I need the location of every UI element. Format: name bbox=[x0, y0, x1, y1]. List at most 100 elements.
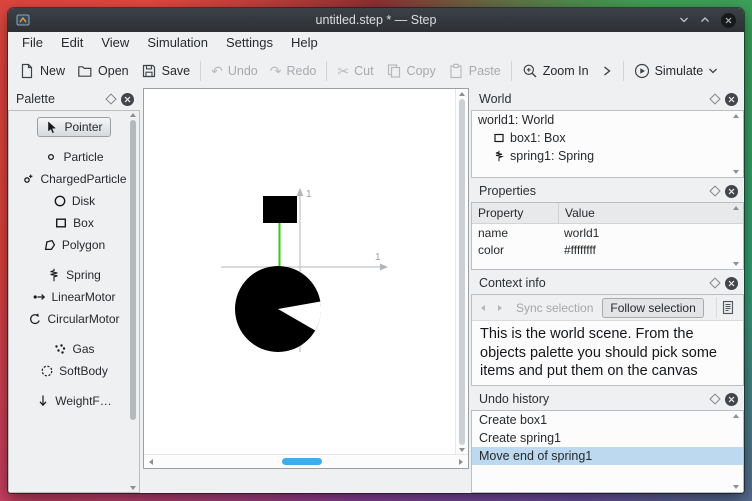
scroll-up-icon[interactable] bbox=[129, 113, 136, 117]
palette-item-polygon[interactable]: Polygon bbox=[35, 235, 113, 255]
scroll-up-icon[interactable] bbox=[732, 114, 739, 118]
scrollbar-thumb[interactable] bbox=[129, 120, 136, 420]
palette-item-chargedparticle[interactable]: ChargedParticle bbox=[13, 169, 134, 189]
undo-item-create-box1[interactable]: Create box1 bbox=[472, 411, 743, 429]
column-header-value[interactable]: Value bbox=[559, 203, 743, 223]
redo-button[interactable]: ↷ Redo bbox=[264, 61, 323, 81]
menu-edit[interactable]: Edit bbox=[52, 32, 92, 54]
back-button[interactable] bbox=[476, 304, 490, 311]
tree-item-box1[interactable]: box1: Box bbox=[472, 129, 743, 147]
canvas-horizontal-scrollbar[interactable] bbox=[144, 454, 468, 468]
canvas-vertical-scrollbar[interactable] bbox=[455, 89, 468, 455]
scrollbar-thumb[interactable] bbox=[459, 99, 465, 445]
scrollbar-thumb[interactable] bbox=[282, 458, 323, 465]
undo-history-scrollbar[interactable] bbox=[731, 414, 740, 489]
simulation-canvas[interactable]: 1 1 bbox=[143, 88, 469, 469]
save-button[interactable]: Save bbox=[135, 60, 197, 82]
scroll-up-icon[interactable] bbox=[459, 92, 465, 96]
scroll-down-icon[interactable] bbox=[732, 485, 739, 489]
menu-file[interactable]: File bbox=[13, 32, 52, 54]
context-info-text: This is the world scene. From the object… bbox=[472, 321, 743, 385]
palette-item-particle[interactable]: Particle bbox=[36, 147, 111, 167]
palette-item-pointer[interactable]: Pointer bbox=[37, 117, 111, 137]
scrollbar-track[interactable] bbox=[158, 458, 454, 465]
scroll-down-icon[interactable] bbox=[129, 486, 136, 490]
panel-close-icon[interactable] bbox=[121, 92, 134, 106]
minimize-icon[interactable] bbox=[679, 16, 689, 24]
undo-item-create-spring1[interactable]: Create spring1 bbox=[472, 429, 743, 447]
scroll-down-icon[interactable] bbox=[732, 262, 739, 266]
toolbar-separator bbox=[326, 61, 328, 81]
properties-table-header[interactable]: Property Value bbox=[472, 203, 743, 224]
chevron-down-icon bbox=[708, 67, 718, 75]
palette-scrollbar[interactable] bbox=[127, 113, 138, 490]
scroll-up-icon[interactable] bbox=[732, 206, 739, 210]
tree-item-spring1[interactable]: spring1: Spring bbox=[472, 147, 743, 165]
chevron-left-icon bbox=[481, 304, 485, 311]
property-row-name[interactable]: name world1 bbox=[472, 224, 743, 241]
spring-icon bbox=[47, 268, 61, 282]
properties-scrollbar[interactable] bbox=[731, 206, 740, 266]
panel-float-icon[interactable] bbox=[709, 93, 721, 105]
panel-close-icon[interactable] bbox=[725, 92, 738, 106]
palette-item-label: SoftBody bbox=[59, 364, 108, 378]
sync-selection-button[interactable]: Sync selection bbox=[510, 299, 599, 317]
context-info-panel: Context info Sync selection Follow selec… bbox=[471, 272, 744, 386]
disk-shape[interactable] bbox=[235, 266, 322, 352]
cut-button[interactable]: ✂ Cut bbox=[331, 61, 379, 81]
palette-item-gas[interactable]: Gas bbox=[45, 339, 102, 359]
palette-item-softbody[interactable]: SoftBody bbox=[32, 361, 116, 381]
panel-float-icon[interactable] bbox=[709, 393, 721, 405]
undo-button[interactable]: ↶ Undo bbox=[205, 61, 264, 81]
menu-settings[interactable]: Settings bbox=[217, 32, 282, 54]
scroll-up-icon[interactable] bbox=[732, 414, 739, 418]
x-axis: 1 bbox=[221, 252, 388, 271]
help-document-button[interactable] bbox=[716, 297, 739, 318]
new-button[interactable]: New bbox=[13, 60, 71, 82]
open-button[interactable]: Open bbox=[71, 60, 135, 82]
close-icon[interactable] bbox=[721, 12, 736, 28]
zoom-in-button[interactable]: Zoom In bbox=[516, 60, 595, 82]
simulate-button[interactable]: Simulate bbox=[628, 60, 725, 82]
palette-item-spring[interactable]: Spring bbox=[39, 265, 109, 285]
column-header-property[interactable]: Property bbox=[472, 203, 559, 223]
panel-float-icon[interactable] bbox=[709, 277, 721, 289]
linear-motor-icon bbox=[32, 290, 46, 304]
menu-help[interactable]: Help bbox=[282, 32, 327, 54]
box1-shape[interactable] bbox=[263, 196, 297, 223]
titlebar[interactable]: untitled.step * — Step bbox=[8, 8, 744, 32]
palette-item-disk[interactable]: Disk bbox=[45, 191, 103, 211]
scroll-right-icon[interactable] bbox=[459, 458, 463, 465]
property-value[interactable]: #ffffffff bbox=[558, 243, 743, 257]
palette-item-circularmotor[interactable]: CircularMotor bbox=[20, 309, 127, 329]
panel-close-icon[interactable] bbox=[725, 276, 738, 290]
zoom-in-icon bbox=[522, 63, 538, 79]
palette-title: Palette bbox=[16, 92, 55, 106]
scroll-down-icon[interactable] bbox=[732, 170, 739, 174]
palette-item-weightforce[interactable]: WeightF… bbox=[28, 391, 119, 411]
maximize-icon[interactable] bbox=[700, 16, 710, 24]
scroll-down-icon[interactable] bbox=[459, 448, 465, 452]
follow-selection-button[interactable]: Follow selection bbox=[602, 297, 704, 318]
panel-float-icon[interactable] bbox=[105, 93, 117, 105]
right-dock-column: World world1: World box1: Box spring1: S… bbox=[471, 88, 744, 493]
palette-item-box[interactable]: Box bbox=[46, 213, 102, 233]
forward-button[interactable] bbox=[493, 304, 507, 311]
palette-item-linearmotor[interactable]: LinearMotor bbox=[24, 287, 123, 307]
panel-close-icon[interactable] bbox=[725, 392, 738, 406]
scroll-left-icon[interactable] bbox=[149, 458, 153, 465]
undo-item-move-end-of-spring1[interactable]: Move end of spring1 bbox=[472, 447, 743, 465]
toolbar-overflow-button[interactable] bbox=[595, 61, 619, 81]
palette-item-label: CircularMotor bbox=[47, 312, 120, 326]
paste-button[interactable]: Paste bbox=[442, 60, 507, 82]
panel-float-icon[interactable] bbox=[709, 185, 721, 197]
copy-button[interactable]: Copy bbox=[380, 60, 442, 82]
property-value[interactable]: world1 bbox=[558, 226, 743, 240]
property-row-color[interactable]: color #ffffffff bbox=[472, 241, 743, 258]
menu-simulation[interactable]: Simulation bbox=[138, 32, 217, 54]
world-scrollbar[interactable] bbox=[731, 114, 740, 174]
paste-clipboard-icon bbox=[448, 63, 464, 79]
panel-close-icon[interactable] bbox=[725, 184, 738, 198]
menu-view[interactable]: View bbox=[92, 32, 138, 54]
tree-item-world1[interactable]: world1: World bbox=[472, 111, 743, 129]
